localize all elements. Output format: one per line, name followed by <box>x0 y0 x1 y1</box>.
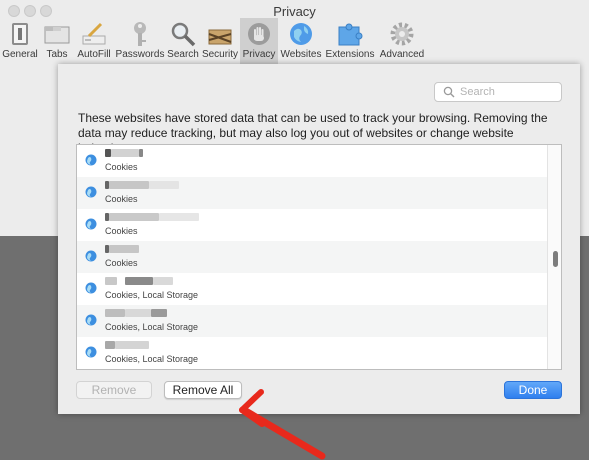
safari-preferences-window: Privacy General Tabs AutoFill Passwords <box>0 0 589 460</box>
hand-icon <box>246 21 272 47</box>
data-kinds: Cookies, Local Storage <box>105 290 199 300</box>
magnifier-icon <box>170 21 196 47</box>
preferences-toolbar: General Tabs AutoFill Passwords Search S… <box>0 18 589 64</box>
tab-label: Advanced <box>379 49 425 60</box>
tab-label: Privacy <box>242 49 276 60</box>
website-row[interactable]: Cookies <box>77 177 547 209</box>
tab-privacy[interactable]: Privacy <box>240 18 278 64</box>
remove-all-button[interactable]: Remove All <box>164 381 242 399</box>
website-row[interactable]: Cookies, Local Storage <box>77 337 547 369</box>
data-kinds: Cookies, Local Storage <box>105 354 199 364</box>
globe-icon <box>85 186 97 198</box>
website-row[interactable]: Cookies, Local Storage <box>77 305 547 337</box>
website-row[interactable]: Cookies, Local Storage <box>77 273 547 305</box>
globe-icon <box>85 250 97 262</box>
data-kinds: Cookies <box>105 194 138 204</box>
tabs-icon <box>44 21 70 47</box>
tab-label: Passwords <box>115 49 165 60</box>
tab-websites[interactable]: Websites <box>278 18 324 64</box>
search-input[interactable] <box>460 86 560 98</box>
tab-passwords[interactable]: Passwords <box>114 18 166 64</box>
website-data-list[interactable]: Cookies Cookies Cookies Cookies Cookies,… <box>76 144 562 370</box>
puzzle-icon <box>337 21 363 47</box>
security-icon <box>207 21 233 47</box>
tab-search[interactable]: Search <box>166 18 200 64</box>
data-kinds: Cookies <box>105 226 138 236</box>
tab-label: Websites <box>280 49 322 60</box>
background-window <box>0 236 58 414</box>
tab-label: AutoFill <box>77 49 111 60</box>
background-window <box>580 236 589 414</box>
tab-tabs[interactable]: Tabs <box>40 18 74 64</box>
website-row[interactable]: Cookies <box>77 241 547 273</box>
tab-label: Search <box>167 49 199 60</box>
window-title: Privacy <box>273 4 316 19</box>
globe-icon <box>85 218 97 230</box>
data-kinds: Cookies <box>105 258 138 268</box>
tab-label: Extensions <box>325 49 375 60</box>
search-field[interactable] <box>434 82 562 102</box>
remove-button[interactable]: Remove <box>76 381 152 399</box>
data-kinds: Cookies, Local Storage <box>105 322 199 332</box>
general-icon <box>7 21 33 47</box>
globe-icon <box>85 282 97 294</box>
website-row[interactable]: Cookies <box>77 209 547 241</box>
search-icon <box>443 86 455 98</box>
tab-label: Tabs <box>46 49 68 60</box>
tab-label: Security <box>201 49 239 60</box>
tab-general[interactable]: General <box>0 18 40 64</box>
scrollbar-thumb[interactable] <box>553 251 558 267</box>
globe-icon <box>85 154 97 166</box>
tab-label: General <box>2 49 38 60</box>
data-kinds: Cookies <box>105 162 138 172</box>
list-scrollbar[interactable] <box>547 145 561 369</box>
globe-icon <box>288 21 314 47</box>
annotation-arrow-icon <box>239 389 326 460</box>
globe-icon <box>85 346 97 358</box>
autofill-icon <box>81 21 107 47</box>
tab-security[interactable]: Security <box>200 18 240 64</box>
gear-icon <box>389 21 415 47</box>
key-icon <box>127 21 153 47</box>
tab-advanced[interactable]: Advanced <box>376 18 428 64</box>
globe-icon <box>85 314 97 326</box>
website-row[interactable]: Cookies <box>77 145 547 177</box>
tab-autofill[interactable]: AutoFill <box>74 18 114 64</box>
website-data-sheet: These websites have stored data that can… <box>58 64 580 460</box>
done-button[interactable]: Done <box>504 381 562 399</box>
tab-extensions[interactable]: Extensions <box>324 18 376 64</box>
